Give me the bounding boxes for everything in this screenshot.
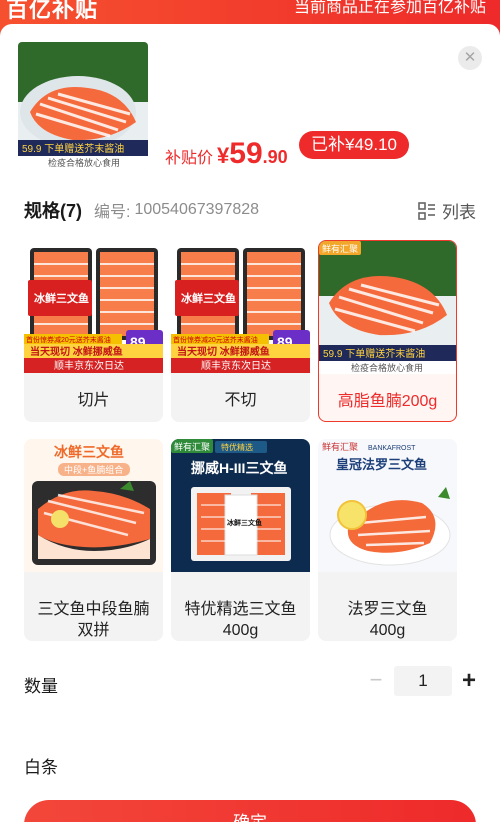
svg-text:首份惊券减20元送芥末酱油: 首份惊券减20元送芥末酱油 [173, 335, 258, 344]
baitiao-label[interactable]: 白条 [24, 753, 58, 778]
option-image: 鲜有汇聚 BANKAFROST 皇冠法罗三文鱼 [318, 439, 457, 572]
option-image: 冰鲜三文鱼 首份惊券减20元送芥末酱油 89 当天现切 冰鲜挪威鱼 顺丰京东次日… [24, 240, 163, 373]
quantity-label: 数量 [24, 677, 58, 696]
price-label: 补贴价 [165, 150, 214, 167]
svg-text:鲜有汇聚: 鲜有汇聚 [174, 441, 210, 452]
price-decimal: .90 [262, 147, 288, 167]
svg-text:冰鲜三文鱼: 冰鲜三文鱼 [227, 518, 262, 527]
svg-text:冰鲜三文鱼: 冰鲜三文鱼 [181, 291, 236, 305]
svg-text:59.9 下单赠送芥末酱油: 59.9 下单赠送芥末酱油 [22, 142, 124, 155]
svg-text:首份惊券减20元送芥末酱油: 首份惊券减20元送芥末酱油 [26, 335, 111, 344]
svg-text:顺丰京东次日达: 顺丰京东次日达 [201, 359, 271, 372]
svg-text:中段+鱼腩组合: 中段+鱼腩组合 [64, 464, 123, 475]
option-image: 冰鲜三文鱼 首份惊券减20元送芥末酱油 89 当天现切 冰鲜挪威鱼 顺丰京东次日… [171, 240, 310, 373]
price-integer: 59 [229, 137, 263, 170]
svg-text:顺丰京东次日达: 顺丰京东次日达 [54, 359, 124, 372]
quantity-decrease-button[interactable]: − [366, 667, 386, 693]
spec-option-faroe-400g[interactable]: 鲜有汇聚 BANKAFROST 皇冠法罗三文鱼 法罗三文鱼 400g [318, 439, 457, 641]
svg-text:鲜有汇聚: 鲜有汇聚 [322, 243, 358, 254]
spec-option-label: 三文鱼中段鱼腩 双拼 [37, 601, 150, 639]
svg-text:冰鲜三文鱼: 冰鲜三文鱼 [34, 291, 89, 305]
item-code-label: 编号: [94, 204, 131, 221]
option-image: 冰鲜三文鱼 中段+鱼腩组合 [24, 439, 163, 572]
subsidy-price: 补贴价 ¥ 59 .90 [165, 137, 288, 171]
svg-text:检疫合格放心食用: 检疫合格放心食用 [351, 362, 423, 373]
spec-option-unsliced[interactable]: 冰鲜三文鱼 首份惊券减20元送芥末酱油 89 当天现切 冰鲜挪威鱼 顺丰京东次日… [171, 240, 310, 422]
svg-text:59.9 下单赠送芥末酱油: 59.9 下单赠送芥末酱油 [323, 347, 425, 360]
svg-text:皇冠法罗三文鱼: 皇冠法罗三文鱼 [336, 457, 427, 472]
price-currency: ¥ [217, 143, 230, 168]
quantity-input[interactable]: 1 [394, 666, 452, 696]
list-icon [418, 201, 435, 220]
spec-option-label: 高脂鱼腩200g [337, 393, 438, 410]
svg-text:特优精选: 特优精选 [221, 442, 253, 452]
close-icon[interactable]: ✕ [458, 46, 482, 70]
spec-option-premium-400g[interactable]: 鲜有汇聚 特优精选 挪威H-III三文鱼 冰鲜三文鱼 特优精选三文鱼 400g [171, 439, 310, 641]
svg-text:挪威H-III三文鱼: 挪威H-III三文鱼 [191, 460, 287, 476]
list-view-label: 列表 [442, 203, 476, 222]
sku-sheet: 59.9 下单赠送芥末酱油 检疫合格放心食用 ✕ 补贴价 ¥ 59 .90 已补… [0, 24, 500, 822]
svg-text:当天现切 冰鲜挪威鱼: 当天现切 冰鲜挪威鱼 [177, 345, 270, 358]
spec-option-label: 不切 [224, 392, 257, 409]
spec-option-belly-200g[interactable]: 鲜有汇聚 59.9 下单赠送芥末酱油 检疫合格放心食用 高脂鱼腩200g [318, 240, 457, 422]
spec-option-mid-belly-combo[interactable]: 冰鲜三文鱼 中段+鱼腩组合 三文鱼中段鱼腩 双拼 [24, 439, 163, 641]
svg-text:冰鲜三文鱼: 冰鲜三文鱼 [54, 444, 124, 460]
list-view-toggle[interactable]: 列表 [418, 198, 476, 223]
subsidy-amount-badge: 已补¥49.10 [299, 131, 409, 159]
spec-option-label: 切片 [77, 392, 110, 409]
option-image: 鲜有汇聚 特优精选 挪威H-III三文鱼 冰鲜三文鱼 [171, 439, 310, 572]
spec-title: 规格(7) [24, 201, 82, 221]
spec-header: 规格(7) 编号: 10054067397828 列表 [24, 198, 476, 222]
spec-option-label: 法罗三文鱼 400g [347, 601, 428, 639]
option-image: 鲜有汇聚 59.9 下单赠送芥末酱油 检疫合格放心食用 [319, 241, 456, 374]
svg-text:鲜有汇聚: 鲜有汇聚 [322, 441, 358, 452]
svg-text:BANKAFROST: BANKAFROST [368, 445, 416, 452]
product-thumbnail[interactable]: 59.9 下单赠送芥末酱油 检疫合格放心食用 [18, 42, 148, 170]
subsidy-notice: 当前商品正在参加百亿补贴 [293, 0, 486, 16]
spec-option-sliced[interactable]: 冰鲜三文鱼 首份惊券减20元送芥末酱油 89 当天现切 冰鲜挪威鱼 顺丰京东次日… [24, 240, 163, 422]
item-code: 10054067397828 [134, 201, 260, 218]
svg-text:检疫合格放心食用: 检疫合格放心食用 [48, 157, 120, 168]
quantity-increase-button[interactable]: + [458, 667, 480, 695]
salmon-image: 59.9 下单赠送芥末酱油 检疫合格放心食用 [18, 42, 148, 170]
spec-option-label: 特优精选三文鱼 400g [184, 601, 297, 639]
svg-text:当天现切 冰鲜挪威鱼: 当天现切 冰鲜挪威鱼 [30, 345, 123, 358]
confirm-button[interactable]: 确定 [24, 800, 476, 822]
subsidy-logo: 百亿补贴 [6, 0, 99, 22]
